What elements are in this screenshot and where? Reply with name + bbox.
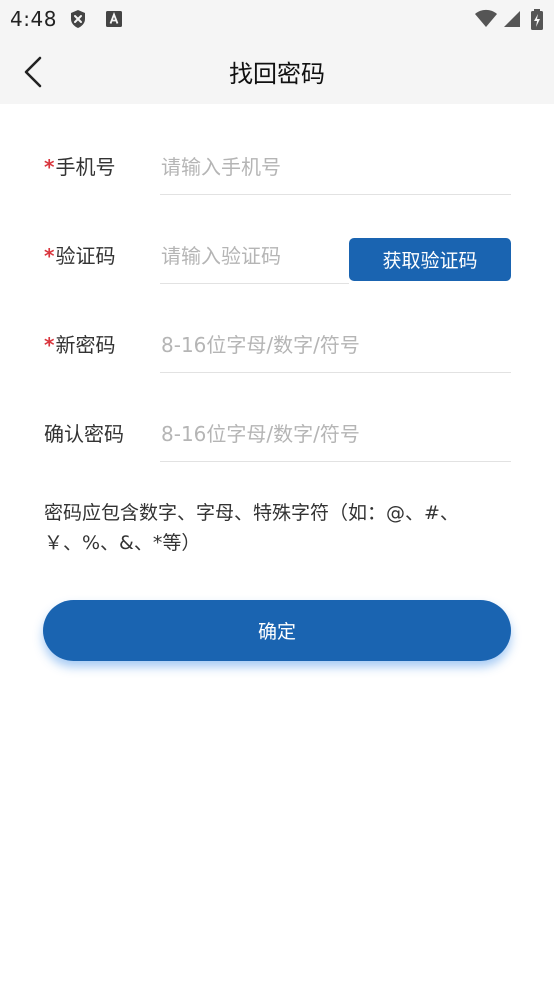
confirm-password-input[interactable] <box>160 406 511 462</box>
phone-label: *手机号 <box>44 151 115 180</box>
phone-label-text: 手机号 <box>55 155 116 179</box>
new-password-input[interactable] <box>160 317 511 373</box>
get-code-button[interactable]: 获取验证码 <box>349 238 511 281</box>
shield-x-icon <box>68 9 88 29</box>
required-mark: * <box>44 155 55 179</box>
signal-icon <box>502 9 522 29</box>
font-a-icon <box>104 9 124 29</box>
new-password-label-text: 新密码 <box>55 333 116 357</box>
required-mark: * <box>44 333 55 357</box>
phone-row: *手机号 <box>44 139 512 197</box>
page-title: 找回密码 <box>229 60 325 88</box>
wifi-icon <box>474 9 498 29</box>
status-time: 4:48 <box>10 7 57 31</box>
phone-input[interactable] <box>160 139 511 195</box>
battery-charging-icon <box>530 9 544 30</box>
status-bar: 4:48 <box>0 0 554 38</box>
new-password-label: *新密码 <box>44 329 115 358</box>
required-mark: * <box>44 244 55 268</box>
verification-code-input[interactable] <box>160 228 349 284</box>
confirm-password-label: 确认密码 <box>44 422 124 446</box>
code-row: *验证码 获取验证码 <box>44 228 512 286</box>
confirm-button[interactable]: 确定 <box>43 600 511 661</box>
code-label: *验证码 <box>44 240 115 269</box>
new-password-row: *新密码 <box>44 317 512 375</box>
confirm-password-row: 确认密码 <box>44 406 512 464</box>
password-hint: 密码应包含数字、字母、特殊字符（如：@、#、￥、%、&、*等） <box>44 502 459 554</box>
find-password-page: 4:48 找回密码 *手机号 请输入手机号 *验证码 请输入验证码 获取验证码 … <box>0 0 554 984</box>
code-label-text: 验证码 <box>55 244 116 268</box>
header: 找回密码 <box>0 38 554 104</box>
